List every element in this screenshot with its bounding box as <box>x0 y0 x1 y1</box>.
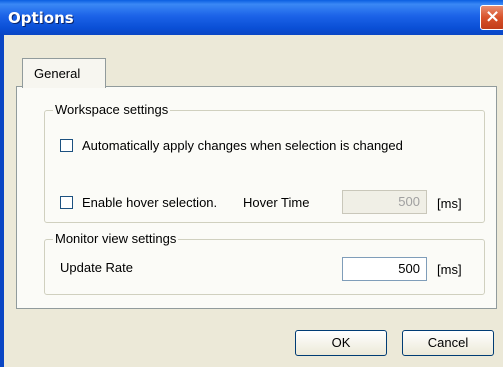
tab-general[interactable]: General <box>22 58 106 88</box>
general-tab-panel: Workspace settings Automatically apply c… <box>16 86 497 309</box>
monitor-view-settings-legend: Monitor view settings <box>53 231 179 246</box>
ok-button[interactable]: OK <box>295 330 387 356</box>
close-button[interactable]: × <box>480 5 503 30</box>
window-title: Options <box>8 9 74 27</box>
cancel-button[interactable]: Cancel <box>402 330 494 356</box>
update-rate-input[interactable]: 500 <box>342 257 427 281</box>
hover-time-input[interactable]: 500 <box>342 190 427 214</box>
monitor-view-settings-group: Monitor view settings Update Rate 500 [m… <box>44 231 485 295</box>
hover-selection-label[interactable]: Enable hover selection. <box>82 195 217 210</box>
hover-time-unit: [ms] <box>437 196 462 211</box>
update-rate-label: Update Rate <box>60 260 133 275</box>
close-icon: × <box>484 6 501 27</box>
update-rate-unit: [ms] <box>437 262 462 277</box>
title-bar: Options × <box>0 0 503 35</box>
window-frame <box>0 35 4 367</box>
auto-apply-label[interactable]: Automatically apply changes when selecti… <box>82 138 403 153</box>
workspace-settings-group: Workspace settings Automatically apply c… <box>44 102 485 223</box>
tab-general-label: General <box>34 66 81 81</box>
hover-selection-checkbox[interactable] <box>60 196 73 209</box>
auto-apply-checkbox[interactable] <box>60 139 73 152</box>
hover-time-label: Hover Time <box>243 195 310 210</box>
workspace-settings-legend: Workspace settings <box>53 102 171 117</box>
